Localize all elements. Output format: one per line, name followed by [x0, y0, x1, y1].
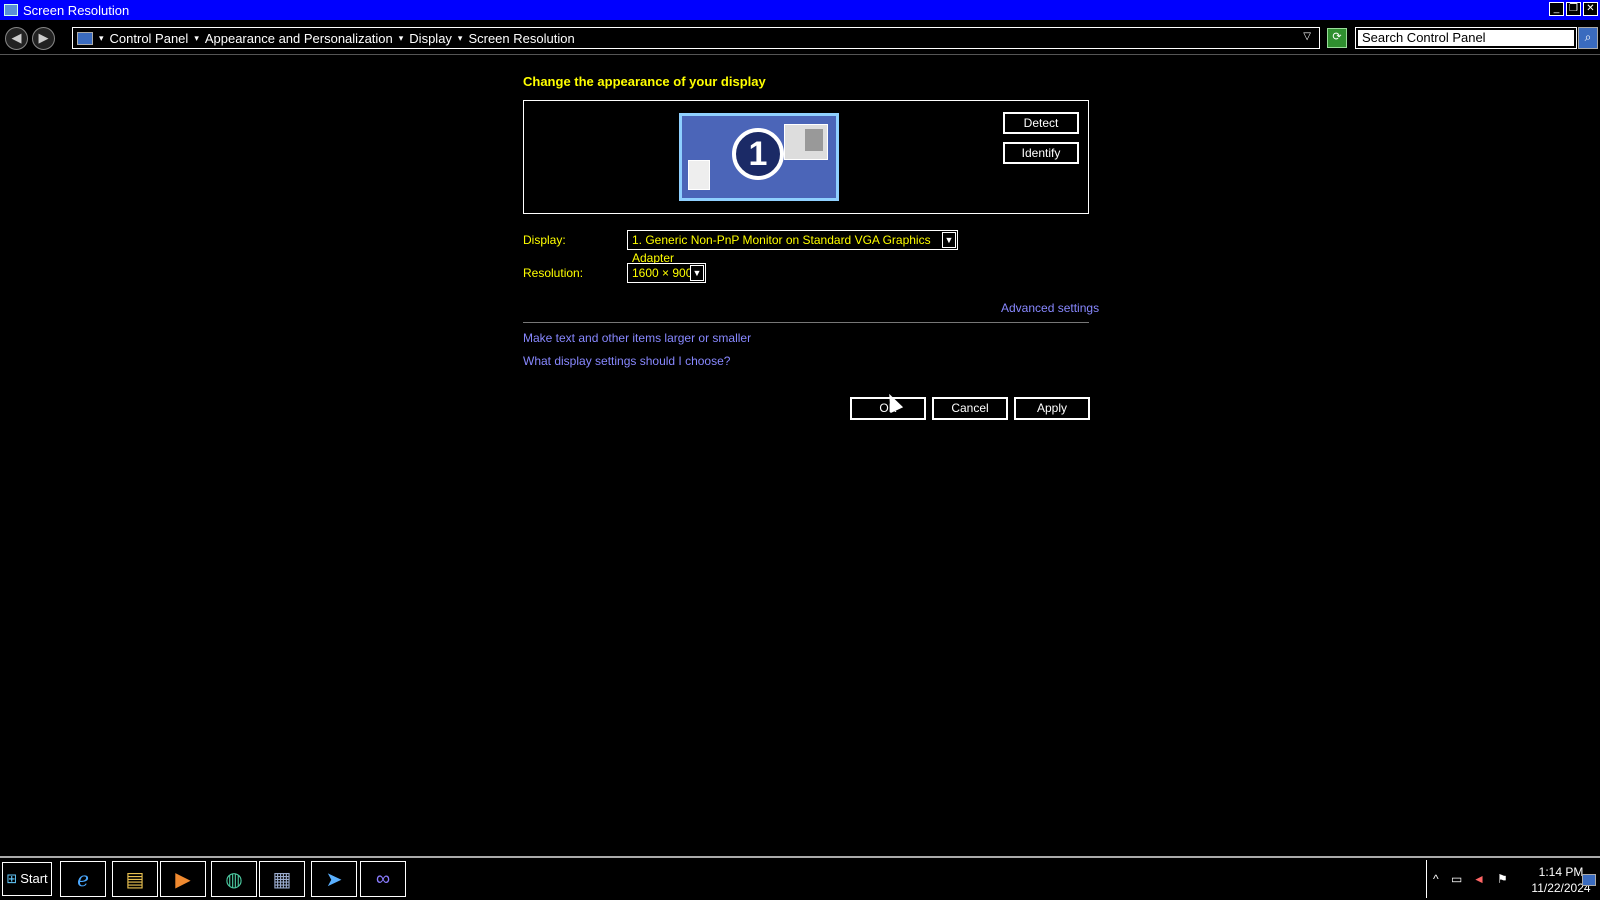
chevron-down-icon[interactable]: ▼ [690, 265, 704, 281]
detect-button[interactable]: Detect [1003, 112, 1079, 134]
monitor-number: 1 [732, 128, 784, 180]
chevron-down-icon[interactable]: ▾ [194, 33, 199, 44]
chevron-down-icon[interactable]: ▾ [399, 33, 404, 44]
document-graphic-icon [688, 160, 710, 190]
forward-button[interactable]: ▶ [32, 27, 55, 50]
breadcrumb-screen-resolution[interactable]: Screen Resolution [468, 31, 574, 46]
media-player-icon[interactable]: ▶ [160, 861, 206, 897]
text-size-link[interactable]: Make text and other items larger or smal… [523, 331, 751, 345]
show-desktop-icon[interactable] [1582, 874, 1596, 886]
close-button[interactable]: ✕ [1583, 2, 1598, 16]
globe-app-icon[interactable]: ◍ [211, 861, 257, 897]
speaker-muted-icon[interactable]: ◄ [1473, 872, 1485, 886]
title-bar[interactable]: Screen Resolution _ ❐ ✕ [0, 0, 1600, 20]
chevron-down-icon[interactable]: ▾ [458, 33, 463, 44]
breadcrumb-display[interactable]: Display [409, 31, 452, 46]
search-icon[interactable]: ⌕ [1578, 27, 1598, 49]
breadcrumb-control-panel[interactable]: Control Panel [110, 31, 189, 46]
window-graphic-icon [784, 124, 828, 160]
taskbar: ⊞ Start ℯ ▤ ▶ ◍ ▦ ➤ ∞ ^ ▭ ◄ ⚑ 1:14 PM 11/… [0, 856, 1600, 900]
search-box[interactable]: Search Control Panel [1355, 27, 1577, 49]
monitor-panel: 1 Detect Identify [523, 100, 1089, 214]
window-controls: _ ❐ ✕ [1549, 2, 1598, 16]
page-title: Change the appearance of your display [523, 74, 766, 89]
divider [523, 322, 1089, 323]
infinity-app-icon[interactable]: ∞ [360, 861, 406, 897]
display-help-link[interactable]: What display settings should I choose? [523, 354, 730, 368]
network-icon[interactable]: ▭ [1451, 872, 1462, 886]
identify-button[interactable]: Identify [1003, 142, 1079, 164]
back-button[interactable]: ◀ [5, 27, 28, 50]
resolution-select-value: 1600 × 900 [632, 266, 693, 280]
system-tray: ^ ▭ ◄ ⚑ 1:14 PM 11/22/2024 [1426, 860, 1598, 898]
start-label: Start [20, 871, 48, 886]
address-dropdown-icon[interactable]: ▽ [1303, 31, 1311, 42]
paper-plane-icon[interactable]: ➤ [311, 861, 357, 897]
chevron-up-icon[interactable]: ^ [1433, 872, 1439, 886]
window-title: Screen Resolution [23, 2, 130, 18]
monitor-tile[interactable]: 1 [679, 113, 839, 201]
cancel-button[interactable]: Cancel [932, 397, 1008, 420]
flag-icon[interactable]: ⚑ [1497, 872, 1508, 886]
apply-button[interactable]: Apply [1014, 397, 1090, 420]
search-input[interactable]: Search Control Panel [1358, 30, 1574, 46]
internet-explorer-icon[interactable]: ℯ [60, 861, 106, 897]
refresh-button[interactable]: ⟳ [1327, 28, 1347, 48]
minimize-button[interactable]: _ [1549, 2, 1564, 16]
resolution-label: Resolution: [523, 266, 584, 280]
advanced-settings-link[interactable]: Advanced settings [1001, 301, 1099, 315]
control-panel-taskbar-icon[interactable]: ▦ [259, 861, 305, 897]
windows-flag-icon: ⊞ [6, 871, 18, 886]
file-explorer-icon[interactable]: ▤ [112, 861, 158, 897]
restore-button[interactable]: ❐ [1566, 2, 1581, 16]
breadcrumb[interactable]: ▾ Control Panel ▾ Appearance and Persona… [72, 27, 1320, 49]
start-button[interactable]: ⊞ Start [2, 862, 52, 896]
resolution-select[interactable]: 1600 × 900 ▼ [627, 263, 706, 283]
display-app-icon [4, 4, 18, 16]
display-select-value: 1. Generic Non-PnP Monitor on Standard V… [632, 233, 931, 265]
chevron-down-icon[interactable]: ▼ [942, 232, 956, 248]
display-select[interactable]: 1. Generic Non-PnP Monitor on Standard V… [627, 230, 958, 265]
chevron-down-icon[interactable]: ▾ [99, 33, 104, 44]
breadcrumb-appearance[interactable]: Appearance and Personalization [205, 31, 393, 46]
control-panel-icon [77, 31, 93, 45]
display-label: Display: [523, 233, 566, 247]
address-bar: ◀ ▶ ▾ Control Panel ▾ Appearance and Per… [0, 22, 1600, 55]
